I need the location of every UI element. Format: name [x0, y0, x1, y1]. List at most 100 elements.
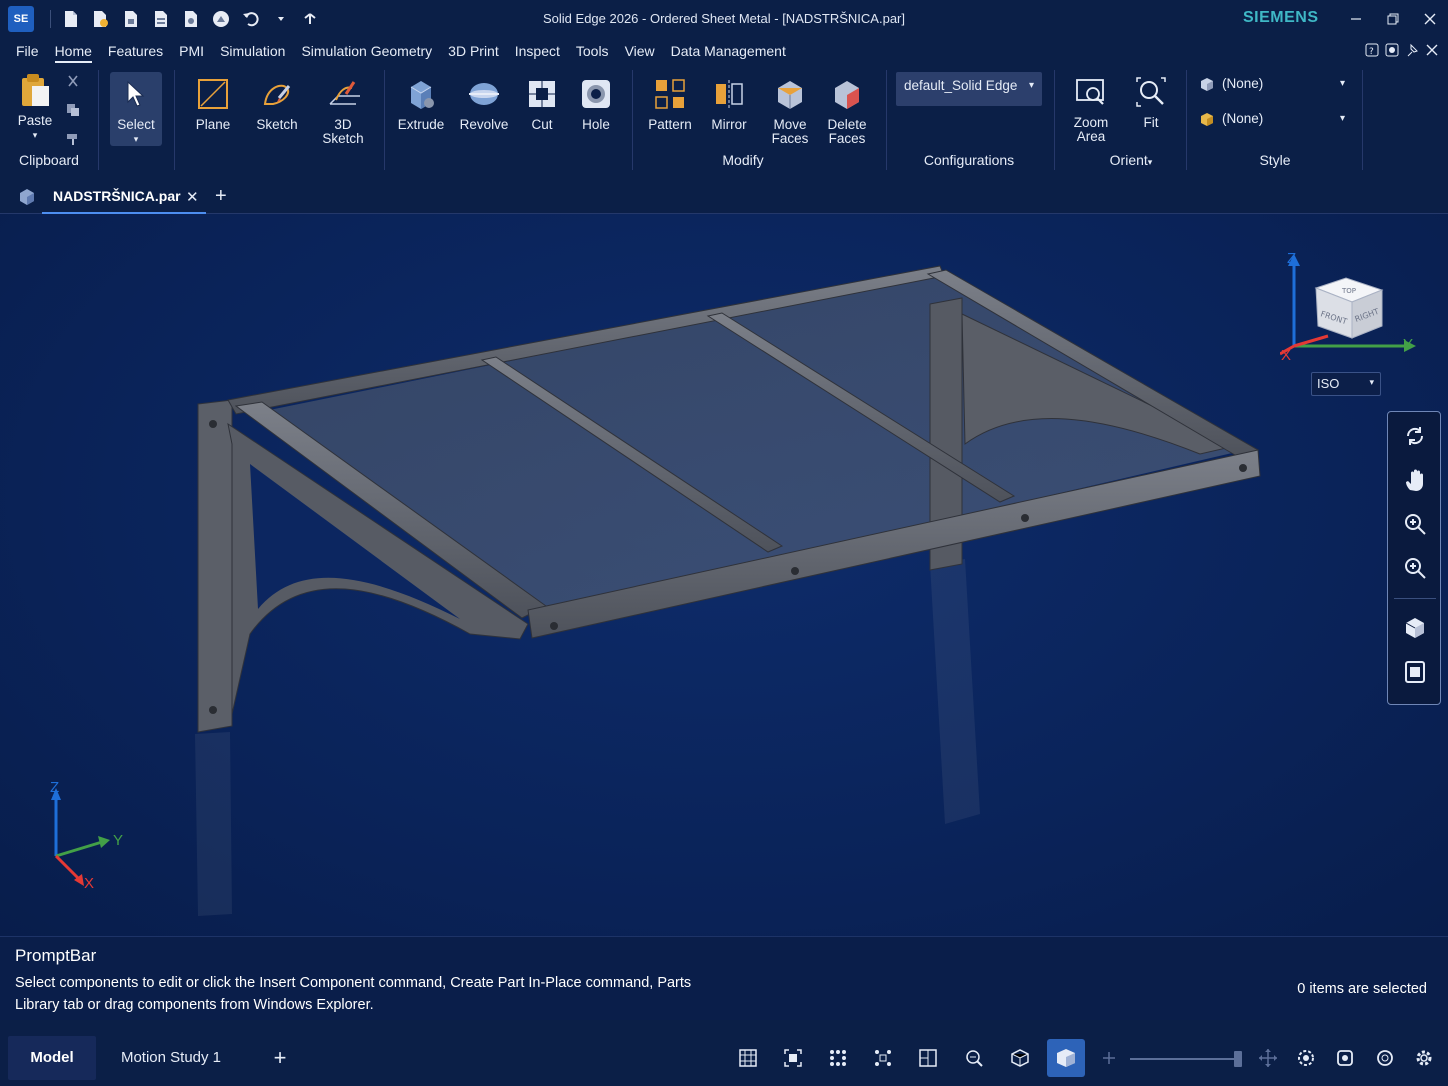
cut-small-icon[interactable] — [66, 74, 82, 93]
delete-faces-button[interactable]: Delete Faces — [820, 76, 874, 146]
copy-icon[interactable] — [66, 103, 82, 122]
format-painter-icon[interactable] — [66, 132, 82, 151]
new-icon[interactable] — [59, 7, 83, 31]
view-settings-icon[interactable] — [1295, 1047, 1317, 1069]
settings-small-icon[interactable] — [1384, 42, 1400, 58]
pan-hand-icon[interactable] — [1401, 466, 1429, 494]
extrude-icon — [403, 76, 439, 112]
triad-y-label: Y — [113, 832, 124, 849]
add-study-button[interactable]: + — [266, 1036, 294, 1080]
shaded-cube-icon[interactable] — [1047, 1039, 1085, 1077]
menu-view[interactable]: View — [617, 38, 663, 64]
delete-faces-label-line2: Faces — [828, 131, 866, 146]
extrude-button[interactable]: Extrude — [396, 76, 446, 132]
open-icon[interactable] — [89, 7, 113, 31]
zoom-slider-thumb[interactable] — [1234, 1051, 1242, 1067]
mirror-button[interactable]: Mirror — [704, 76, 754, 132]
triad-y-axis — [55, 840, 103, 858]
move-icon[interactable] — [1257, 1047, 1279, 1069]
menu-inspect[interactable]: Inspect — [507, 38, 568, 64]
menu-data-management[interactable]: Data Management — [663, 38, 794, 64]
orient-group-label[interactable]: Orient▾ — [1096, 152, 1166, 168]
part-file-icon[interactable] — [18, 188, 36, 206]
bolt — [209, 420, 217, 428]
part-style-select[interactable]: (None) ▾ — [1200, 111, 1350, 126]
save-icon[interactable] — [119, 7, 143, 31]
menu-simulation-geometry[interactable]: Simulation Geometry — [293, 38, 440, 64]
help-icon[interactable]: ? — [1364, 42, 1380, 58]
toolbar-divider — [1394, 598, 1436, 599]
sheet-view-icon[interactable] — [1401, 658, 1429, 686]
zoom-slider-track[interactable] — [1130, 1058, 1242, 1060]
fit-button[interactable]: Fit — [1128, 74, 1174, 130]
navigation-cube[interactable]: TOP FRONT RIGHT — [1280, 250, 1420, 370]
paste-button[interactable]: Paste ▾ — [12, 72, 58, 142]
close-icon[interactable] — [1411, 0, 1448, 38]
print-icon[interactable] — [179, 7, 203, 31]
plane-icon — [195, 76, 231, 112]
share-icon[interactable] — [209, 7, 233, 31]
render-settings-icon[interactable] — [1374, 1047, 1396, 1069]
chevron-down-icon: ▾ — [133, 134, 139, 144]
zoom-icon[interactable] — [1401, 554, 1429, 582]
view-cube-icon[interactable] — [1401, 614, 1429, 642]
rotate-icon[interactable] — [1401, 422, 1429, 450]
plane-button[interactable]: Plane — [188, 76, 238, 132]
canopy-model[interactable] — [0, 214, 1448, 936]
solid-edge-logo[interactable]: SE — [8, 6, 34, 32]
document-tab-label: NADSTRŠNICA.par — [53, 188, 181, 204]
grid-icon[interactable] — [737, 1047, 759, 1069]
chevron-down-icon: ▾ — [1340, 113, 1346, 124]
hole-button[interactable]: Hole — [574, 76, 618, 132]
3d-sketch-button[interactable]: 3D Sketch — [318, 76, 368, 146]
gear-icon[interactable] — [1413, 1047, 1435, 1069]
zoom-in-icon[interactable] — [1401, 510, 1429, 538]
minimize-icon[interactable] — [1337, 0, 1374, 38]
nav-x-label: X — [1281, 347, 1292, 364]
move-faces-button[interactable]: Move Faces — [764, 76, 816, 146]
menu-simulation[interactable]: Simulation — [212, 38, 293, 64]
snap-points-icon[interactable] — [872, 1047, 894, 1069]
cut-button[interactable]: Cut — [520, 76, 564, 132]
zoom-area-button[interactable]: Zoom Area — [1064, 74, 1118, 144]
tab-motion-study-1[interactable]: Motion Study 1 — [106, 1036, 236, 1080]
chevron-down-icon: ▾ — [32, 130, 38, 140]
menu-3d-print[interactable]: 3D Print — [440, 38, 507, 64]
wireframe-cube-icon[interactable] — [1009, 1047, 1031, 1069]
fit-view-icon[interactable] — [782, 1047, 804, 1069]
orient-label: Orient — [1109, 152, 1148, 168]
close-document-icon[interactable] — [1424, 42, 1440, 58]
layout-icon[interactable] — [917, 1047, 939, 1069]
revolve-button[interactable]: Revolve — [458, 76, 510, 132]
menu-tools[interactable]: Tools — [568, 38, 617, 64]
prompt-bar: PromptBar Select components to edit or c… — [0, 936, 1448, 1020]
undo-icon[interactable] — [239, 7, 263, 31]
view-toolbar — [1387, 411, 1441, 705]
undo-dropdown-icon[interactable] — [269, 7, 293, 31]
pin-icon[interactable] — [1404, 42, 1420, 58]
save-as-icon[interactable] — [149, 7, 173, 31]
document-tab-nadstresnica[interactable]: NADSTRŠNICA.par — [42, 180, 206, 214]
menu-home[interactable]: Home — [47, 38, 100, 64]
menu-features[interactable]: Features — [100, 38, 171, 64]
move-faces-label-line2: Faces — [771, 131, 809, 146]
modify-group-label: Modify — [722, 152, 764, 168]
close-tab-icon[interactable]: ✕ — [186, 188, 199, 206]
3d-viewport[interactable]: TOP FRONT RIGHT Z Y X ISO ▾ Z Y X — [0, 214, 1448, 936]
redo-icon[interactable] — [299, 7, 323, 31]
tab-model[interactable]: Model — [8, 1036, 96, 1080]
points-icon[interactable] — [827, 1047, 849, 1069]
pattern-button[interactable]: Pattern — [644, 76, 696, 132]
menu-file[interactable]: File — [8, 38, 47, 64]
zoom-in-plus-icon[interactable] — [1098, 1047, 1120, 1069]
restore-icon[interactable] — [1374, 0, 1411, 38]
sketch-button[interactable]: Sketch — [252, 76, 302, 132]
select-button[interactable]: Select ▾ — [110, 72, 162, 146]
configuration-select[interactable]: default_Solid Edge ▾ — [896, 72, 1042, 106]
new-tab-button[interactable]: + — [215, 185, 227, 208]
inspect-zoom-icon[interactable] — [963, 1047, 985, 1069]
camera-settings-icon[interactable] — [1334, 1047, 1356, 1069]
menu-pmi[interactable]: PMI — [171, 38, 212, 64]
face-style-select[interactable]: (None) ▾ — [1200, 76, 1350, 91]
view-orientation-select[interactable]: ISO ▾ — [1311, 372, 1381, 396]
